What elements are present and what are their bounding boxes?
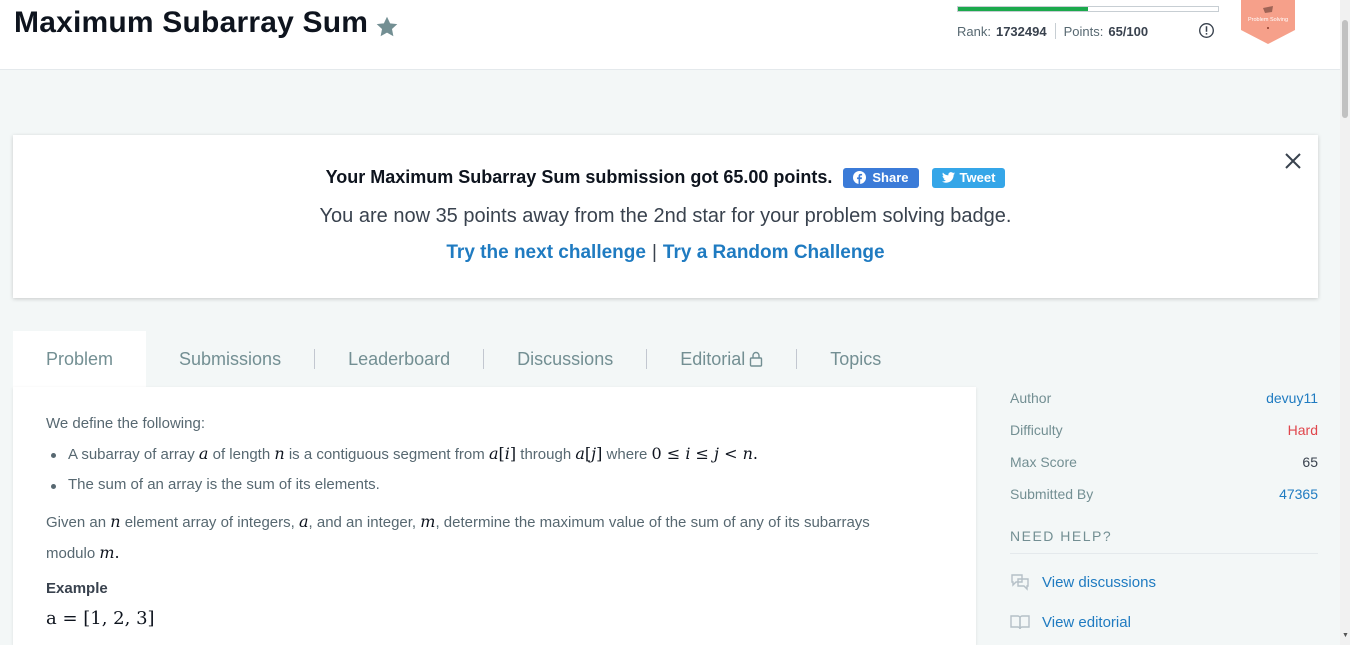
problem-given: Given an n element array of integers, a,… — [46, 512, 870, 531]
divider — [1054, 23, 1056, 39]
sidebar-max-score: Max Score 65 — [1010, 454, 1318, 470]
tab-problem[interactable]: Problem — [13, 331, 147, 387]
view-discussions-link[interactable]: View discussions — [1010, 573, 1156, 591]
rank-value: 1732494 — [995, 23, 1047, 39]
points-label: Points: — [1063, 23, 1104, 39]
tab-editorial-label: Editorial — [680, 348, 746, 369]
sidebar-submitted-by: Submitted By 47365 — [1010, 486, 1318, 502]
star-icon[interactable] — [374, 14, 400, 40]
next-challenge-link[interactable]: Try the next challenge — [446, 242, 646, 263]
problem-tabs: Problem Submissions Leaderboard Discussi… — [13, 331, 914, 387]
facebook-icon — [853, 171, 867, 184]
difficulty-value: Hard — [1287, 422, 1318, 438]
author-link[interactable]: devuy11 — [1266, 390, 1318, 406]
tweet-button[interactable]: Tweet — [931, 167, 1006, 188]
banner-subtext: You are now 35 points away from the 2nd … — [319, 205, 1012, 227]
link-separator: | — [651, 242, 657, 263]
random-challenge-link[interactable]: Try a Random Challenge — [663, 242, 885, 263]
page-title: Maximum Subarray Sum — [14, 6, 369, 39]
bullet-dot — [51, 453, 56, 458]
submitted-by-label: Submitted By — [1010, 486, 1094, 502]
book-icon — [1010, 615, 1030, 630]
max-score-label: Max Score — [1010, 454, 1077, 470]
problem-solving-badge[interactable]: Problem Solving — [1239, 0, 1297, 44]
banner-message: Your Maximum Subarray Sum submission got… — [325, 167, 833, 187]
points-value: 65/100 — [1108, 23, 1149, 39]
banner-score-line: Your Maximum Subarray Sum submission got… — [13, 167, 1318, 188]
view-editorial-link[interactable]: View editorial — [1010, 613, 1131, 631]
sidebar-author: Author devuy11 — [1010, 390, 1318, 406]
badge-label: Problem Solving — [1248, 17, 1288, 23]
divider — [1010, 553, 1318, 554]
sidebar-difficulty: Difficulty Hard — [1010, 422, 1318, 438]
rank-label: Rank: — [957, 23, 991, 39]
submitted-by-link[interactable]: 47365 — [1279, 486, 1318, 502]
tab-submissions[interactable]: Submissions — [146, 331, 314, 387]
example-heading: Example — [46, 580, 108, 597]
points-progress-bar — [957, 6, 1219, 12]
page-header: Maximum Subarray Sum Rank: 1732494 Point… — [0, 0, 1340, 70]
share-button[interactable]: Share — [843, 167, 919, 188]
need-help-heading: NEED HELP? — [1010, 528, 1113, 544]
info-icon[interactable] — [1198, 22, 1215, 39]
view-discussions-label: View discussions — [1042, 573, 1156, 591]
rank-points: Rank: 1732494 Points: 65/100 — [957, 23, 1148, 39]
bullet-dot — [51, 484, 56, 489]
tab-leaderboard[interactable]: Leaderboard — [315, 331, 483, 387]
tab-editorial[interactable]: Editorial — [647, 331, 796, 387]
share-label: Share — [872, 170, 909, 185]
page-scrollbar[interactable]: ▼ — [1340, 0, 1350, 645]
problem-statement: We define the following: A subarray of a… — [13, 387, 976, 645]
twitter-icon — [941, 172, 955, 183]
author-label: Author — [1010, 390, 1052, 406]
discussion-icon — [1011, 574, 1029, 591]
scroll-down-arrow-icon[interactable]: ▼ — [1342, 632, 1349, 639]
submission-banner: Your Maximum Subarray Sum submission got… — [13, 135, 1318, 298]
difficulty-label: Difficulty — [1010, 422, 1063, 438]
max-score-value: 65 — [1302, 454, 1318, 470]
tab-discussions[interactable]: Discussions — [484, 331, 646, 387]
banner-links: Try the next challenge | Try a Random Chal… — [13, 242, 1318, 264]
lock-icon — [750, 351, 763, 367]
problem-bullet-subarray: A subarray of array a of length n is a c… — [68, 444, 758, 463]
tweet-label: Tweet — [959, 170, 996, 185]
view-editorial-label: View editorial — [1042, 613, 1131, 631]
problem-intro: We define the following: — [46, 415, 205, 432]
tab-topics[interactable]: Topics — [797, 331, 914, 387]
problem-given-modulo: modulo m. — [46, 543, 120, 562]
points-progress-fill — [958, 7, 1088, 11]
problem-bullet-sum: The sum of an array is the sum of its el… — [68, 476, 380, 493]
example-equation: a = [1, 2, 3] — [46, 608, 155, 629]
scrollbar-thumb[interactable] — [1342, 20, 1348, 118]
